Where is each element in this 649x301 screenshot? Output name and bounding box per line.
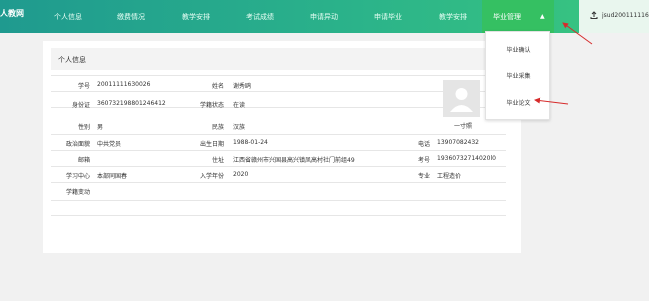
- major-value: 工程造价: [437, 173, 462, 180]
- nav-item-apply-change[interactable]: 申请异动: [310, 12, 338, 22]
- table-row-divider: [51, 134, 506, 135]
- table-row-divider: [51, 75, 506, 76]
- phone-label: 电话: [417, 141, 430, 148]
- name-value: 谢秀鸥: [233, 83, 252, 90]
- card-title: 个人信息: [58, 56, 86, 64]
- table-row-divider: [51, 200, 506, 201]
- address-label: 住址: [211, 157, 224, 164]
- top-nav-bar: 人教网 个人信息 缴费情况 教学安排 考试成绩 申请异动 申请毕业 教学安排 毕…: [0, 0, 649, 33]
- dropdown-item-graduation-thesis[interactable]: 毕业论文: [486, 98, 551, 107]
- year-label: 入学年份: [199, 173, 224, 180]
- user-name: jsud20011111630026: [602, 12, 649, 19]
- ethnicity-label: 民族: [211, 124, 224, 131]
- gender-label: 性别: [77, 124, 90, 131]
- nav-item-teaching-plan-2[interactable]: 教学安排: [439, 12, 467, 22]
- ethnicity-value: 汉族: [233, 124, 246, 131]
- exam-no-label: 考号: [417, 157, 430, 164]
- table-row-divider: [51, 107, 506, 108]
- id-card-value: 360732198801246412: [97, 100, 166, 107]
- card-header: 个人信息: [51, 48, 521, 70]
- avatar-placeholder-icon: [450, 88, 473, 112]
- student-id-label: 学号: [77, 83, 90, 90]
- table-row-divider: [51, 91, 506, 92]
- political-label: 政治面貌: [65, 141, 90, 148]
- nav-item-apply-graduation[interactable]: 申请毕业: [374, 12, 402, 22]
- student-id-value: 20011111630026: [97, 81, 151, 88]
- name-label: 姓名: [211, 83, 224, 90]
- photo-caption: 一寸照: [454, 123, 473, 130]
- id-card-label: 身份证: [71, 102, 90, 109]
- caret-up-icon: ▲: [540, 13, 545, 20]
- table-row-divider: [51, 182, 506, 183]
- profile-photo: [443, 80, 480, 117]
- center-label: 学习中心: [65, 173, 90, 180]
- table-row-divider: [51, 215, 506, 216]
- dropdown-item-graduation-confirm[interactable]: 毕业确认: [486, 45, 551, 54]
- birth-label: 出生日期: [199, 141, 224, 148]
- nav-active-label: 毕业管理: [493, 13, 521, 21]
- nav-item-graduation-management[interactable]: 毕业管理 ▲: [482, 0, 554, 33]
- user-menu[interactable]: jsud20011111630026: [579, 0, 649, 33]
- nav-item-payment[interactable]: 缴费情况: [117, 12, 145, 22]
- political-value: 中共党员: [97, 141, 122, 148]
- postcode-label: 邮箱: [77, 157, 90, 164]
- table-row-divider: [51, 150, 506, 151]
- app-logo: 人教网: [0, 9, 24, 18]
- address-value: 江西省赣州市兴国县高兴镇凤高村社门前组49: [233, 157, 355, 164]
- graduation-dropdown-menu: 毕业确认 毕业采集 毕业论文: [485, 31, 550, 120]
- nav-item-exam-scores[interactable]: 考试成绩: [246, 12, 274, 22]
- major-label: 专业: [417, 173, 430, 180]
- nav-item-personal-info[interactable]: 个人信息: [54, 12, 82, 22]
- change-label: 学籍变动: [65, 189, 90, 196]
- gender-value: 男: [97, 124, 104, 131]
- year-value: 2020: [233, 171, 249, 178]
- upload-icon: [590, 11, 598, 19]
- phone-value: 13907082432: [437, 139, 479, 146]
- table-row-divider: [51, 166, 506, 167]
- center-value: 本部同国春: [97, 173, 128, 180]
- dropdown-item-graduation-collect[interactable]: 毕业采集: [486, 71, 551, 80]
- status-value: 在读: [233, 102, 246, 109]
- birth-value: 1988-01-24: [233, 139, 268, 146]
- status-label: 学籍状态: [199, 102, 224, 109]
- nav-item-teaching-plan[interactable]: 教学安排: [182, 12, 210, 22]
- exam-no-value: 19360732714020l0: [437, 155, 496, 162]
